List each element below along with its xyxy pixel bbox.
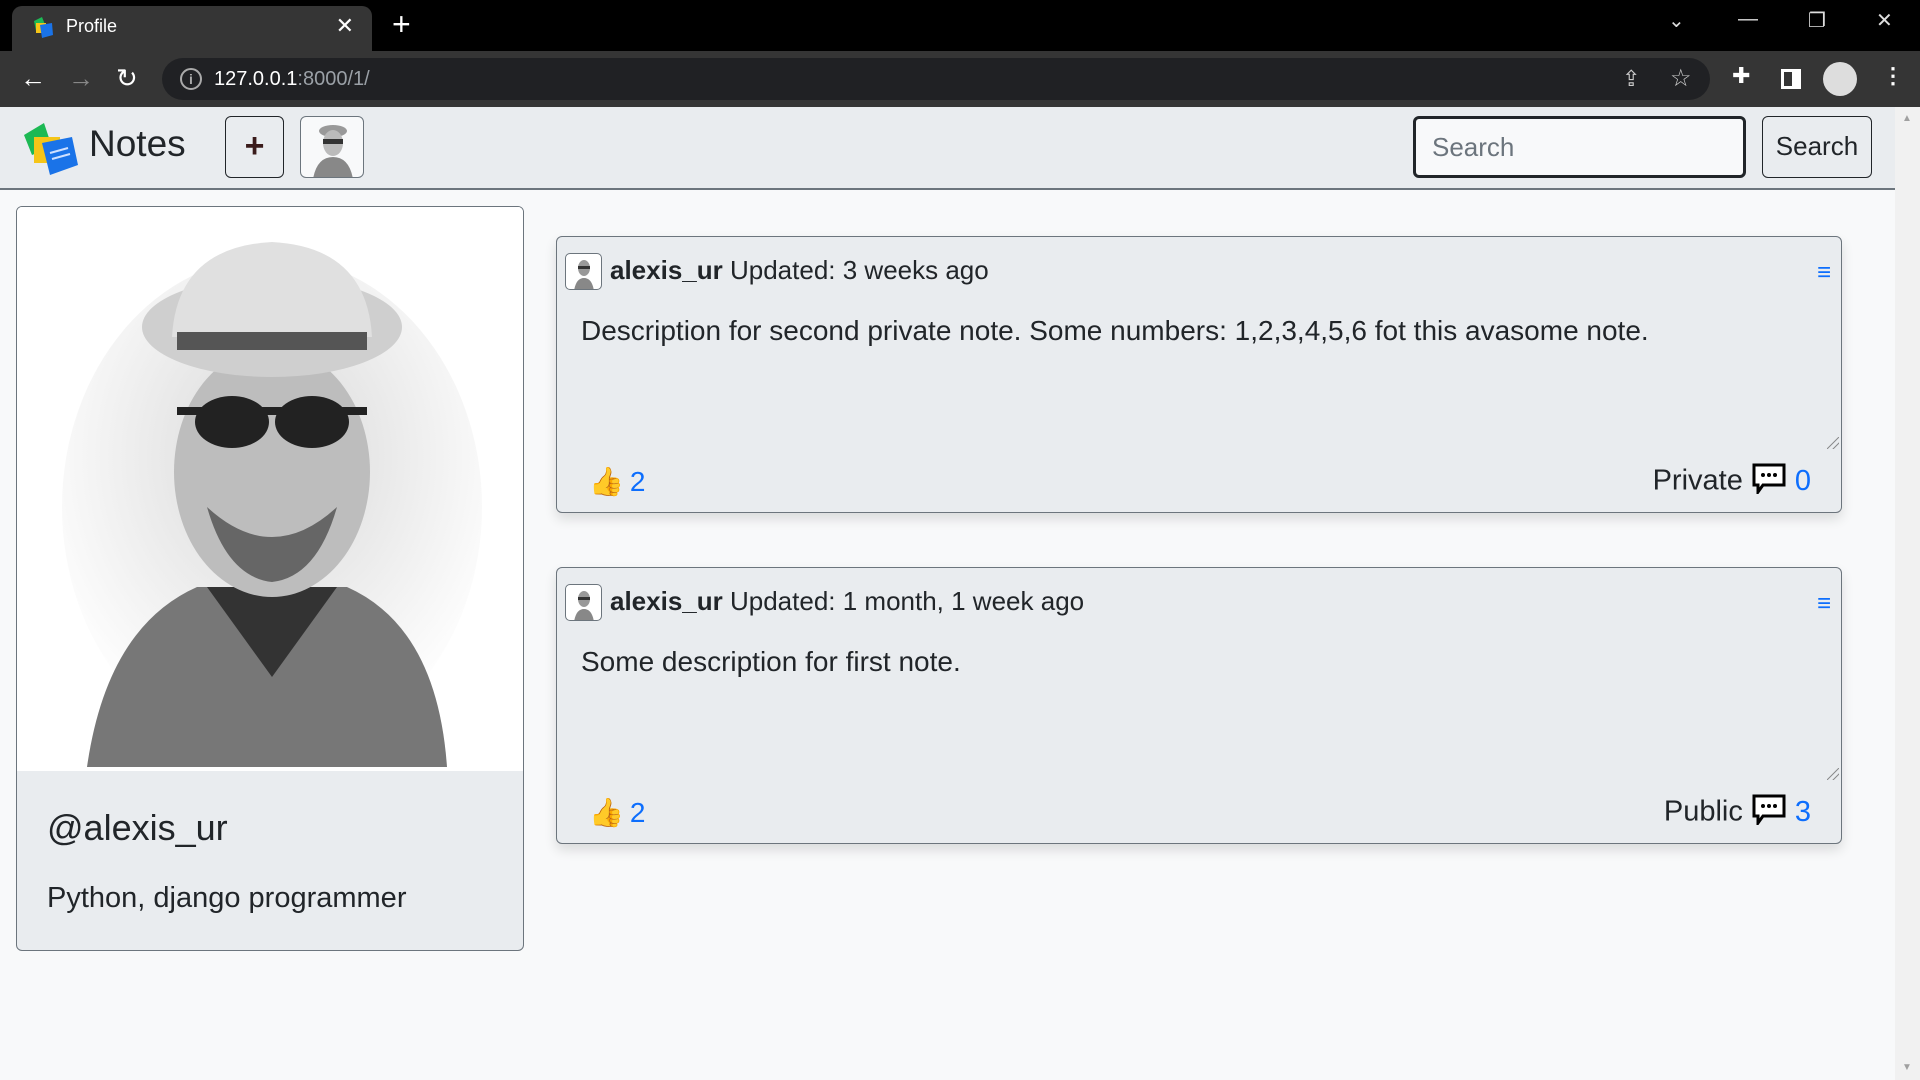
profile-avatar-icon[interactable]: [1823, 62, 1857, 96]
scroll-down-icon[interactable]: ▼: [1902, 1062, 1912, 1073]
window-close-icon[interactable]: ✕: [1876, 8, 1893, 33]
note-menu-icon[interactable]: ≡: [1817, 590, 1831, 618]
page-scrollbar[interactable]: ▲ ▼: [1895, 107, 1920, 1080]
back-icon[interactable]: ←: [20, 63, 46, 94]
note-description[interactable]: Some description for first note.: [581, 646, 961, 678]
new-tab-icon[interactable]: +: [392, 6, 411, 43]
author-avatar[interactable]: [565, 584, 602, 621]
side-panel-icon[interactable]: [1781, 69, 1801, 89]
bookmark-star-icon[interactable]: ☆: [1670, 64, 1692, 93]
address-bar[interactable]: i 127.0.0.1:8000/1/ ⇪ ☆: [162, 58, 1710, 100]
note-card: alexis_ur Updated: 3 weeks ago ≡ Descrip…: [556, 236, 1842, 513]
share-icon[interactable]: ⇪: [1622, 66, 1640, 92]
browser-tab[interactable]: Profile ✕: [12, 6, 372, 51]
thumbs-up-icon[interactable]: 👍: [589, 466, 624, 497]
browser-tab-bar: Profile ✕ + ⌄ — ❐ ✕: [0, 0, 1920, 51]
profile-photo: [17, 207, 523, 771]
note-author[interactable]: alexis_ur: [610, 586, 723, 616]
reload-icon[interactable]: ↻: [116, 63, 138, 94]
tab-close-icon[interactable]: ✕: [336, 13, 354, 39]
thumbs-up-icon[interactable]: 👍: [589, 797, 624, 828]
comment-count[interactable]: 3: [1795, 796, 1811, 828]
minimize-icon[interactable]: —: [1738, 8, 1758, 31]
browser-menu-icon[interactable]: ⋮: [1882, 63, 1904, 89]
add-note-button[interactable]: +: [225, 116, 284, 178]
comment-icon[interactable]: [1751, 793, 1787, 833]
profile-card: @alexis_ur Python, django programmer: [16, 206, 524, 951]
tab-search-chevron-icon[interactable]: ⌄: [1668, 8, 1685, 33]
like-count: 2: [629, 797, 646, 828]
app-navbar: Notes + Search: [0, 107, 1895, 190]
browser-toolbar: ← → ↻ i 127.0.0.1:8000/1/ ⇪ ☆ ✚ ⋮: [0, 51, 1920, 107]
note-description[interactable]: Description for second private note. Som…: [581, 315, 1649, 347]
resize-handle-icon[interactable]: [1827, 437, 1839, 449]
note-visibility: Private: [1652, 464, 1743, 497]
brand-name[interactable]: Notes: [89, 123, 186, 165]
extensions-icon[interactable]: ✚: [1732, 63, 1750, 89]
author-avatar[interactable]: [565, 253, 602, 290]
comment-icon[interactable]: [1751, 462, 1787, 502]
like-count: 2: [629, 466, 646, 497]
scroll-up-icon[interactable]: ▲: [1902, 113, 1912, 124]
like-button[interactable]: 👍 2: [589, 465, 645, 498]
profile-username: @alexis_ur: [47, 807, 228, 848]
note-author[interactable]: alexis_ur: [610, 255, 723, 285]
like-button[interactable]: 👍 2: [589, 796, 645, 829]
resize-handle-icon[interactable]: [1827, 768, 1839, 780]
search-button[interactable]: Search: [1762, 116, 1872, 178]
user-avatar-button[interactable]: [300, 116, 364, 178]
note-updated: Updated: 3 weeks ago: [729, 255, 989, 285]
note-updated: Updated: 1 month, 1 week ago: [729, 586, 1085, 616]
site-info-icon[interactable]: i: [180, 68, 202, 90]
note-visibility: Public: [1663, 795, 1743, 828]
avatar: [313, 125, 353, 177]
search-input[interactable]: [1413, 116, 1746, 178]
tab-title: Profile: [66, 16, 118, 36]
forward-icon[interactable]: →: [68, 63, 94, 94]
restore-icon[interactable]: ❐: [1808, 8, 1826, 33]
profile-bio: Python, django programmer: [47, 882, 407, 914]
url-text: 127.0.0.1:8000/1/: [214, 68, 370, 90]
comment-count[interactable]: 0: [1795, 465, 1811, 497]
note-card: alexis_ur Updated: 1 month, 1 week ago ≡…: [556, 567, 1842, 844]
note-menu-icon[interactable]: ≡: [1817, 259, 1831, 287]
notes-logo-icon[interactable]: [22, 121, 80, 177]
notes-favicon-icon: [34, 17, 53, 38]
